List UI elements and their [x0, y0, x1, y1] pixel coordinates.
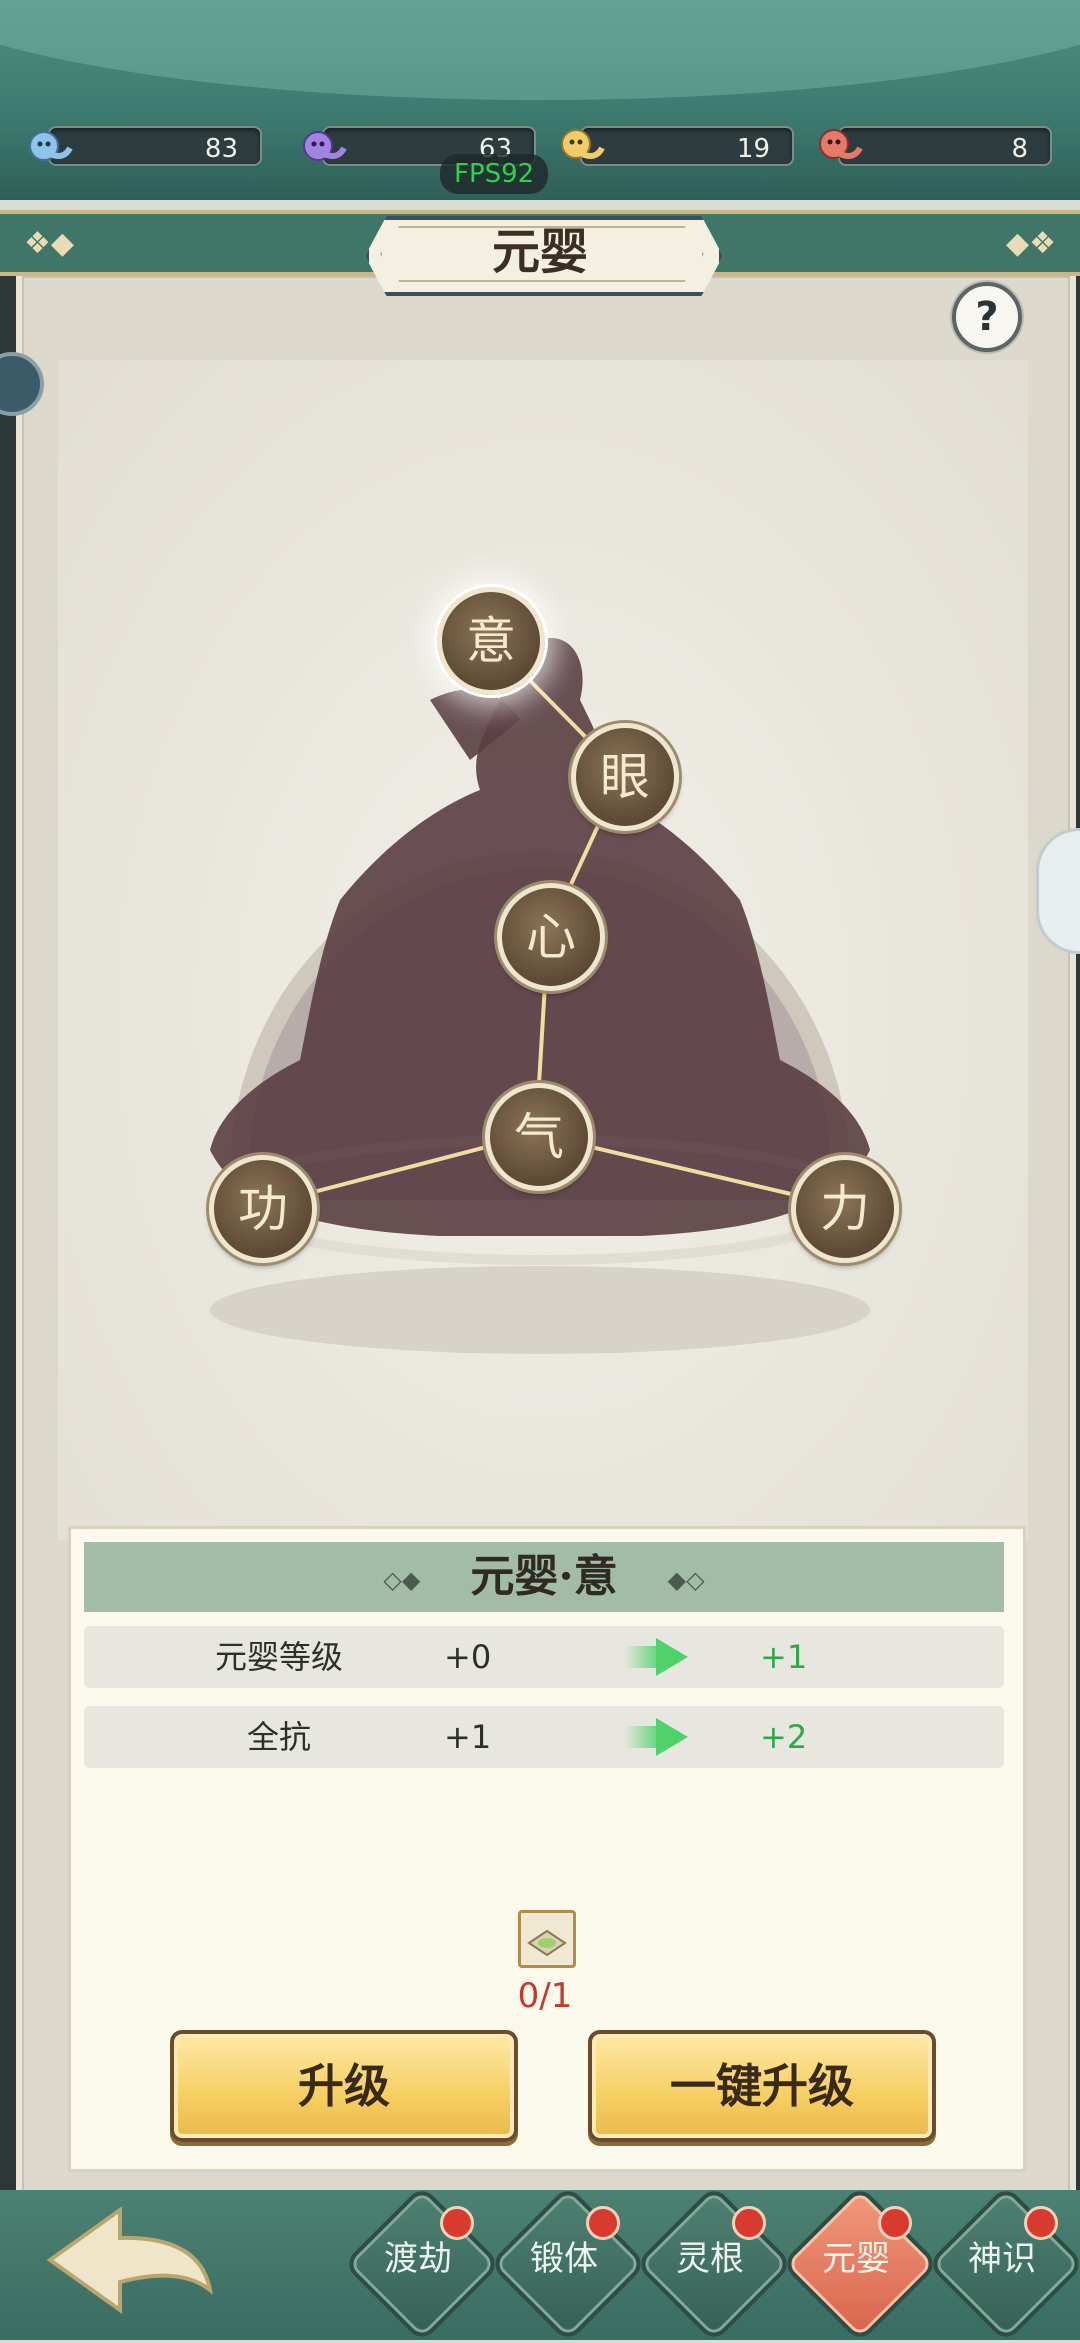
- node-yan[interactable]: 眼: [571, 723, 679, 831]
- red-dot-badge: [1024, 2206, 1058, 2240]
- red-dot-badge: [586, 2206, 620, 2240]
- stat-next: +2: [760, 1718, 808, 1756]
- nav-tab-yuanying[interactable]: 元婴: [786, 2234, 926, 2284]
- nav-tab-shenshi[interactable]: 神识: [932, 2234, 1072, 2284]
- nav-tab-duanti[interactable]: 锻体: [494, 2234, 634, 2284]
- material-item-icon[interactable]: [518, 1910, 576, 1968]
- one-key-upgrade-button[interactable]: 一键升级: [588, 2030, 936, 2142]
- stat-name: 元婴等级: [214, 1638, 343, 1676]
- figure-base-shadow: [210, 1266, 870, 1354]
- stat-next: +1: [760, 1638, 808, 1676]
- info-heading: ◇◆ 元婴·意 ◆◇: [84, 1542, 1004, 1612]
- nav-tab-dujie[interactable]: 渡劫: [348, 2234, 488, 2284]
- scroll-material-icon: [527, 1929, 567, 1957]
- node-qi[interactable]: 气: [485, 1083, 593, 1191]
- back-arrow-icon[interactable]: [30, 2190, 230, 2330]
- arrow-right-icon: [656, 1718, 688, 1756]
- stat-row: 元婴等级 +0 +1: [84, 1626, 1004, 1688]
- diamond-right-icon: ◆◇: [667, 1564, 705, 1594]
- red-dot-badge: [732, 2206, 766, 2240]
- nav-tab-linggen[interactable]: 灵根: [640, 2234, 780, 2284]
- diamond-left-icon: ◇◆: [383, 1564, 421, 1594]
- stat-current: +0: [444, 1638, 492, 1676]
- stat-current: +1: [444, 1718, 492, 1756]
- red-dot-badge: [878, 2206, 912, 2240]
- stat-name: 全抗: [246, 1718, 311, 1756]
- node-li[interactable]: 力: [791, 1155, 899, 1263]
- upgrade-button[interactable]: 升级: [170, 2030, 518, 2142]
- stat-row: 全抗 +1 +2: [84, 1706, 1004, 1768]
- info-heading-text: 元婴·意: [470, 1551, 618, 1602]
- red-dot-badge: [440, 2206, 474, 2240]
- node-yi[interactable]: 意: [437, 587, 545, 695]
- node-xin[interactable]: 心: [497, 883, 605, 991]
- node-gong[interactable]: 功: [209, 1155, 317, 1263]
- arrow-right-icon: [656, 1638, 688, 1676]
- material-cost: 0/1: [517, 1976, 573, 2016]
